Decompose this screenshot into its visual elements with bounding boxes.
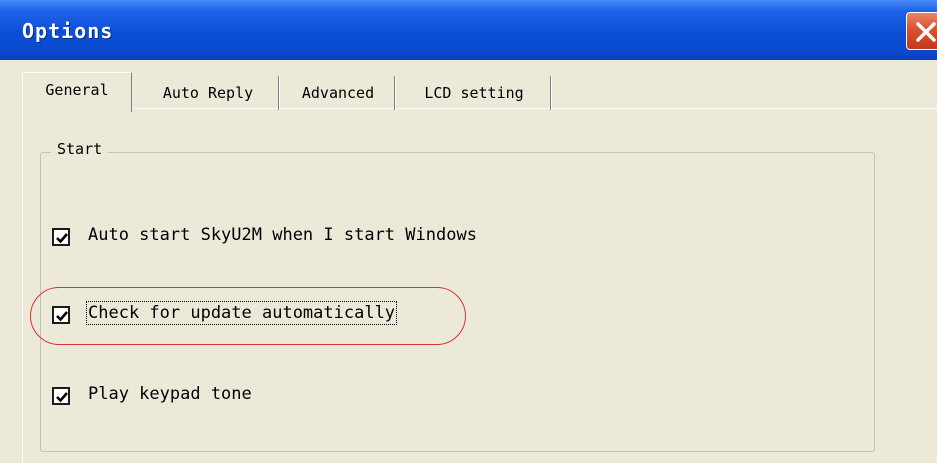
tab-separator xyxy=(394,76,396,110)
tab-separator xyxy=(278,76,280,110)
auto-start-label: Auto start SkyU2M when I start Windows xyxy=(88,225,477,245)
auto-start-checkbox[interactable] xyxy=(52,228,70,246)
tab-advanced-label: Advanced xyxy=(301,84,375,102)
tab-general-label: General xyxy=(45,81,109,99)
tab-lcd-setting-label: LCD setting xyxy=(424,84,524,102)
options-dialog: Options General Auto Reply Advanced LCD … xyxy=(0,0,937,463)
tab-separator xyxy=(550,76,552,110)
checkmark-icon xyxy=(56,233,68,244)
keypad-tone-label: Play keypad tone xyxy=(88,384,252,404)
tab-advanced[interactable]: Advanced xyxy=(282,76,394,110)
title-bar[interactable]: Options xyxy=(0,0,937,60)
tab-auto-reply[interactable]: Auto Reply xyxy=(138,76,278,110)
tab-auto-reply-label: Auto Reply xyxy=(162,84,254,102)
highlight-annotation xyxy=(30,287,466,345)
close-button[interactable] xyxy=(906,12,937,50)
keypad-tone-checkbox[interactable] xyxy=(52,387,70,405)
checkmark-icon xyxy=(56,392,68,403)
close-x-icon xyxy=(916,22,936,42)
tab-lcd-setting[interactable]: LCD setting xyxy=(398,76,550,110)
tab-general[interactable]: General xyxy=(22,72,132,112)
start-group-label: Start xyxy=(51,140,109,158)
window-title: Options xyxy=(22,19,114,43)
